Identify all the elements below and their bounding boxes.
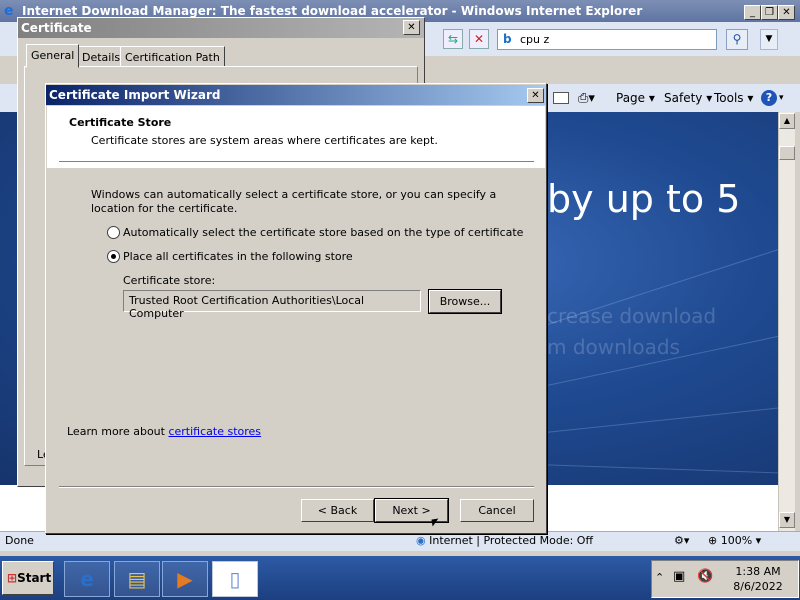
learn-more-text: Learn more about certificate stores [67, 425, 261, 438]
windows-logo-icon: ⊞ [7, 571, 18, 585]
certificate-stores-link[interactable]: certificate stores [168, 425, 261, 438]
start-button[interactable]: ⊞Start [2, 561, 54, 595]
header-separator [59, 161, 534, 163]
learn-more-prefix: Learn more about [67, 425, 169, 438]
clock-date: 8/6/2022 [733, 580, 783, 593]
certificate-store-field[interactable]: Trusted Root Certification Authorities\L… [123, 290, 421, 320]
help-icon[interactable]: ? [761, 90, 777, 106]
page-menu-label: Page [616, 91, 646, 105]
taskbar-media-player-icon[interactable]: ▶ [162, 561, 208, 597]
tools-menu-label: Tools [714, 91, 744, 105]
tools-menu[interactable]: Tools ▾ [714, 91, 753, 105]
radio-place-in-store-label[interactable]: Place all certificates in the following … [123, 250, 353, 263]
wizard-intro: Windows can automatically select a certi… [91, 188, 497, 215]
search-button[interactable]: ⚲ [726, 29, 748, 50]
safety-menu-label: Safety [664, 91, 703, 105]
tab-details[interactable]: Details [77, 46, 126, 67]
zoom-control[interactable]: ⊕ 100% ▾ [708, 534, 761, 547]
status-icons[interactable]: ⚙▾ [674, 534, 689, 547]
tray-expand-icon[interactable]: ⌃ [655, 571, 664, 584]
bing-icon: b [503, 32, 512, 46]
minimize-button[interactable]: _ [744, 5, 761, 20]
hero-text: by up to 5 [547, 177, 741, 221]
vertical-scrollbar[interactable] [778, 112, 795, 532]
clock-time: 1:38 AM [735, 565, 781, 578]
maximize-button[interactable]: ❐ [761, 5, 778, 20]
import-wizard-title: Certificate Import Wizard [46, 85, 546, 105]
ie-window-title: Internet Download Manager: The fastest d… [22, 4, 643, 18]
tab-general[interactable]: General [26, 44, 80, 68]
wizard-subheading: Certificate stores are system areas wher… [91, 134, 438, 147]
radio-auto-select[interactable] [107, 226, 120, 239]
taskbar-explorer-icon[interactable]: ▤ [114, 561, 160, 597]
stop-icon[interactable]: ✕ [469, 29, 489, 49]
clock[interactable]: 1:38 AM 8/6/2022 [728, 564, 788, 594]
store-label: Certificate store: [123, 274, 216, 287]
status-text: Done [5, 534, 34, 547]
certificate-close-button[interactable]: ✕ [403, 20, 420, 35]
wizard-heading: Certificate Store [69, 116, 172, 129]
browse-button[interactable]: Browse... [428, 289, 502, 314]
compat-icon[interactable]: ⇆ [443, 29, 463, 49]
help-dropdown-icon[interactable]: ▾ [779, 93, 784, 103]
wizard-close-button[interactable]: ✕ [527, 88, 544, 103]
mouse-cursor-icon [431, 518, 440, 527]
close-button[interactable]: ✕ [778, 5, 795, 20]
network-icon[interactable]: ▣ [673, 569, 685, 584]
search-input[interactable]: cpu z [497, 29, 717, 50]
status-zone-label: Internet | Protected Mode: Off [429, 534, 594, 547]
print-icon[interactable]: ⎙▾ [578, 91, 595, 106]
read-mail-icon[interactable] [553, 92, 569, 104]
page-menu[interactable]: Page ▾ [616, 91, 655, 105]
radio-auto-select-label[interactable]: Automatically select the certificate sto… [123, 226, 523, 239]
zoom-label: 100% [720, 534, 753, 547]
taskbar-document-icon[interactable]: ▯ [212, 561, 258, 597]
back-button[interactable]: < Back [301, 499, 374, 522]
certificate-dialog-title: Certificate [18, 18, 424, 38]
status-zone[interactable]: ◉ Internet | Protected Mode: Off [416, 534, 593, 547]
footer-separator [59, 486, 534, 488]
safety-menu[interactable]: Safety ▾ [664, 91, 712, 105]
tab-certification-path[interactable]: Certification Path [120, 46, 225, 67]
globe-icon: ◉ [416, 534, 426, 547]
taskbar-ie-icon[interactable]: e [64, 561, 110, 597]
faded-text: crease download [547, 304, 717, 328]
volume-muted-icon[interactable]: 🔇 [697, 569, 713, 584]
scroll-thumb[interactable] [779, 146, 795, 160]
start-label: Start [17, 571, 52, 585]
search-options-dropdown[interactable]: ▼ [760, 29, 778, 50]
scroll-down-button[interactable]: ▼ [779, 512, 795, 528]
scroll-up-button[interactable]: ▲ [779, 113, 795, 129]
cancel-button[interactable]: Cancel [460, 499, 534, 522]
radio-place-in-store[interactable] [107, 250, 120, 263]
zoom-icon: ⊕ [708, 534, 718, 547]
faded-text: m downloads [547, 335, 680, 359]
